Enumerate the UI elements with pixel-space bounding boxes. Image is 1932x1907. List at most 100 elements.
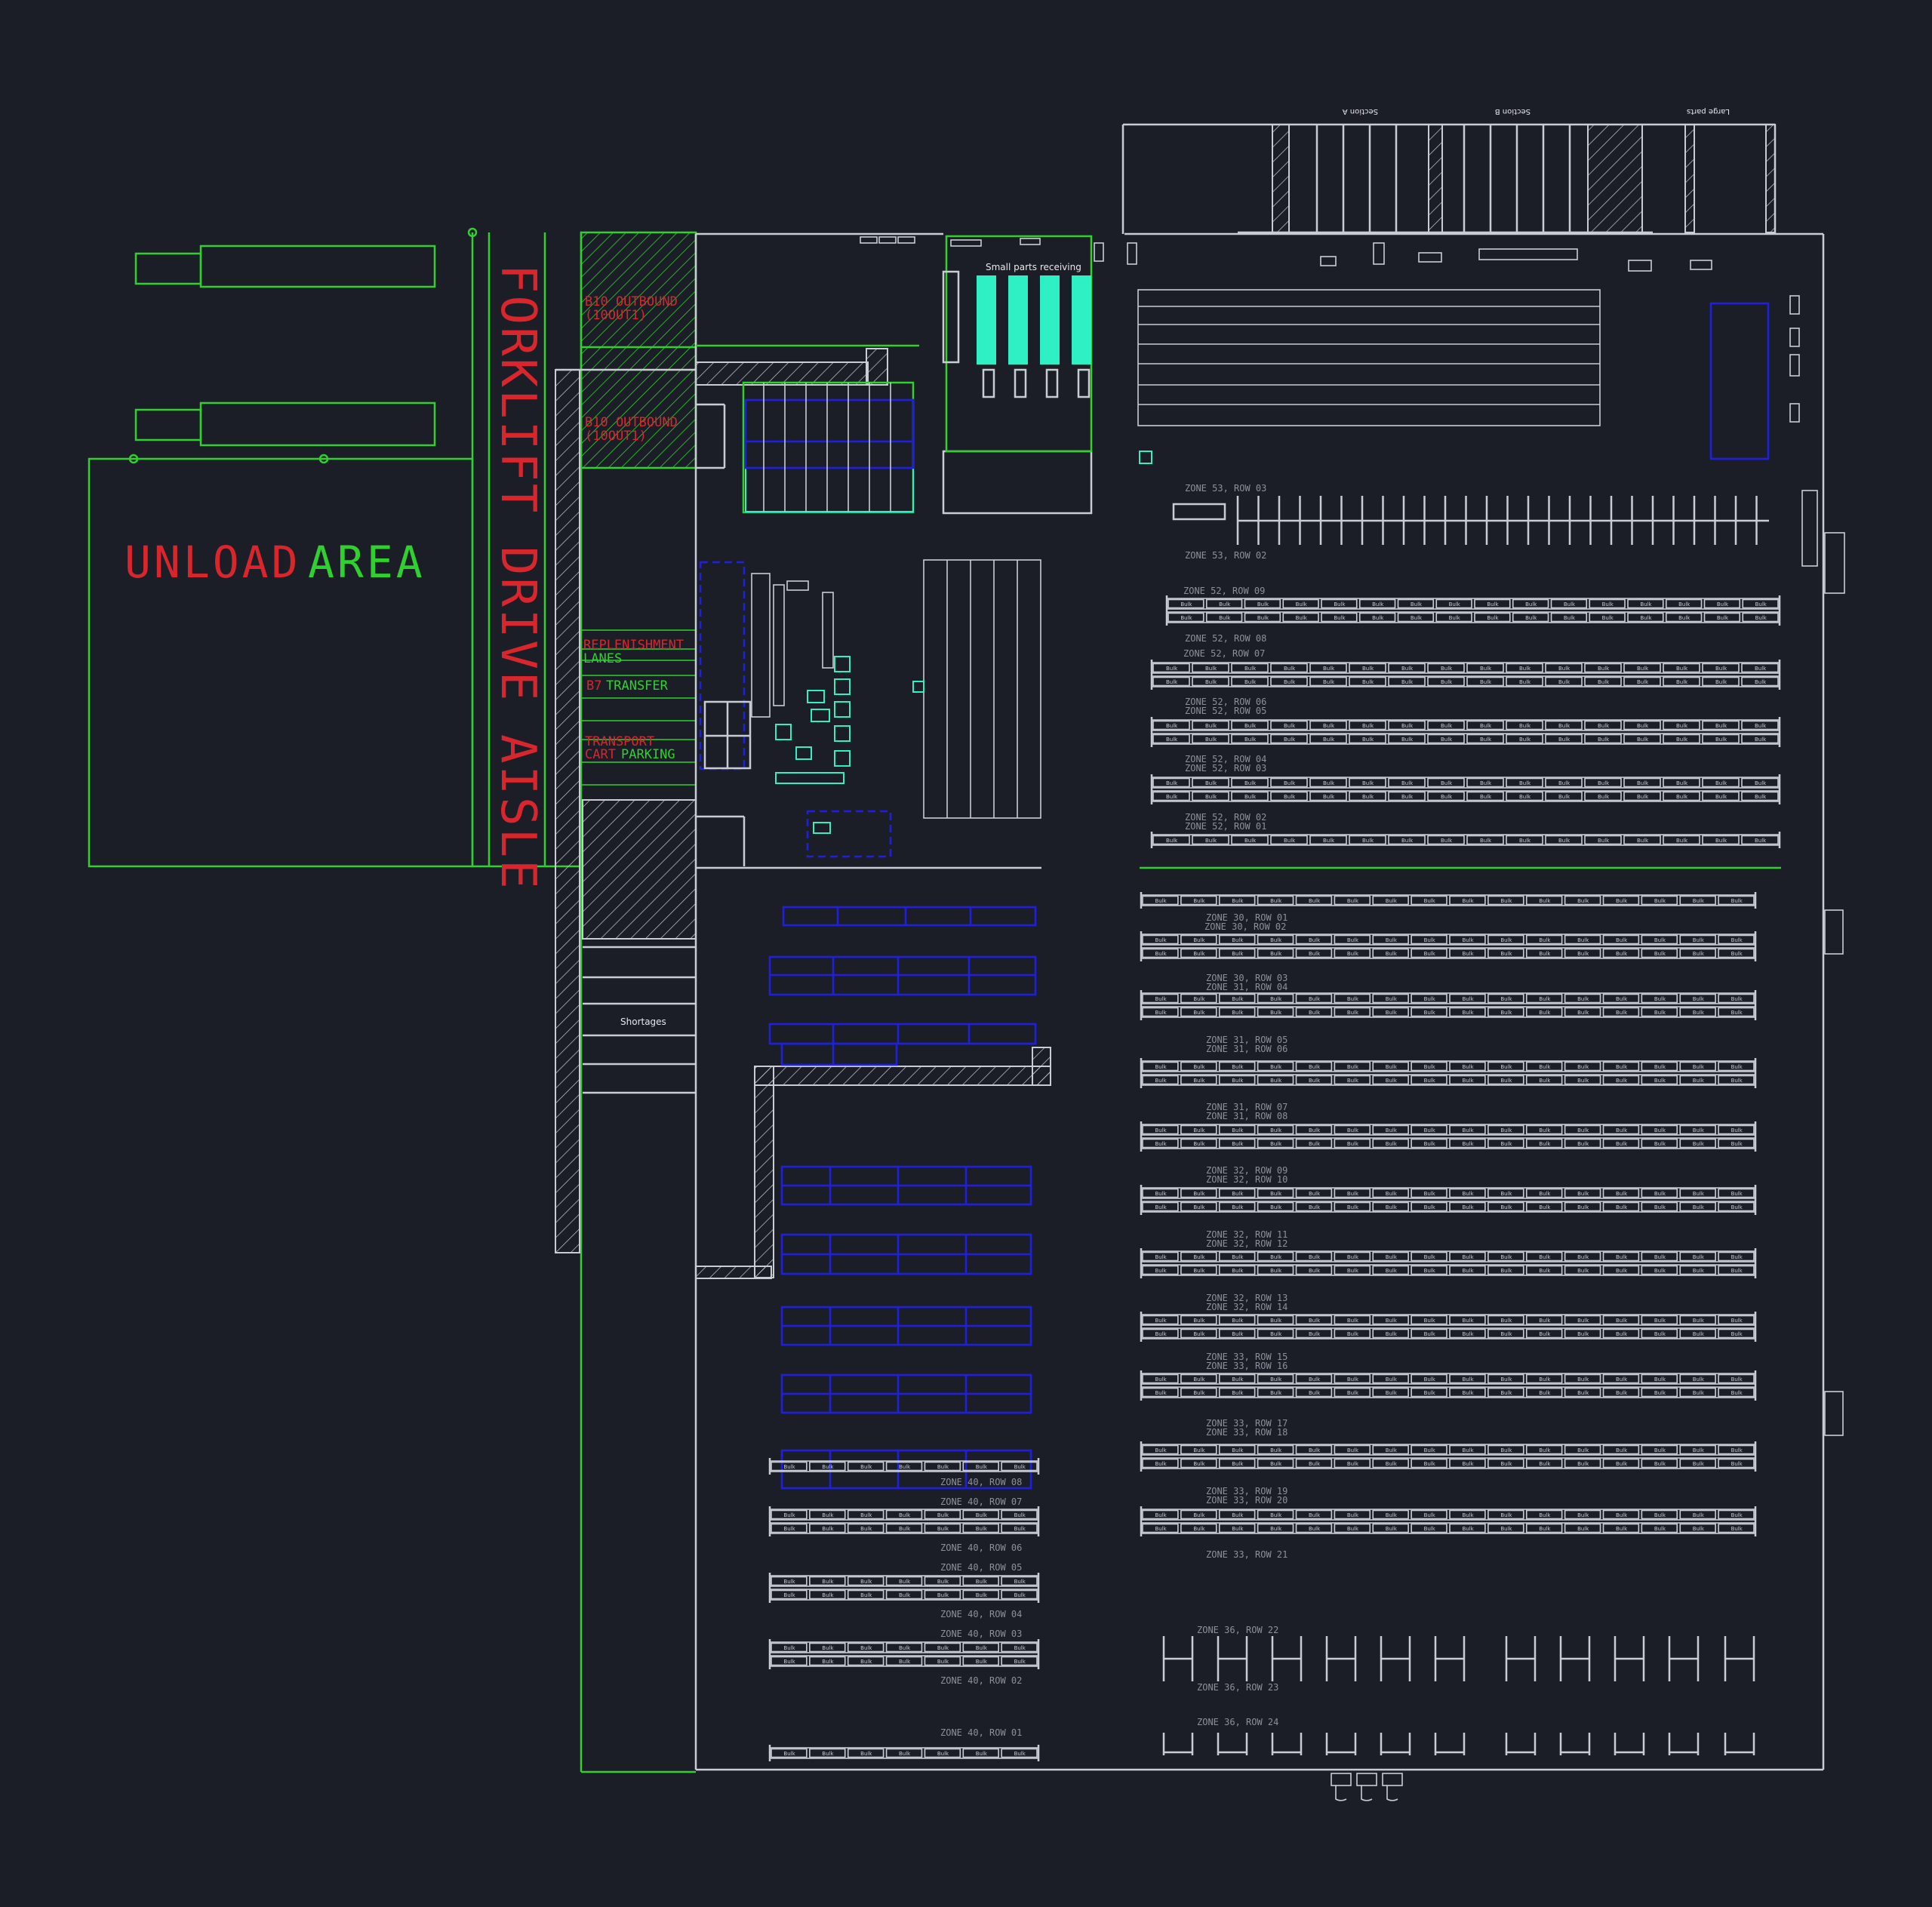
bay-label: Bulk	[1296, 601, 1308, 607]
bay-label: Bulk	[1270, 1064, 1282, 1070]
bay-label: Bulk	[1654, 937, 1666, 943]
bay-label: Bulk	[1232, 937, 1244, 943]
bay-label: Bulk	[1462, 1191, 1474, 1197]
middle-lanes	[923, 559, 1041, 819]
bay-label: Bulk	[1577, 1318, 1589, 1324]
bay-label: Bulk	[1193, 1141, 1205, 1147]
bay-label: Bulk	[1731, 1461, 1743, 1467]
bay-label: Bulk	[1462, 1204, 1474, 1210]
zone-30-33-rack: Bulk Bulk Bulk Bulk Bulk Bulk Bulk Bulk Bulk Bulk…	[1140, 990, 1757, 1020]
bay-label: Bulk	[1155, 1064, 1167, 1070]
bay-label: Bulk	[1232, 1447, 1244, 1453]
bay-label: Bulk	[1500, 1191, 1512, 1197]
bay-label: Bulk	[1309, 1447, 1321, 1453]
bay-label: Bulk	[937, 1464, 949, 1470]
bay-label: Bulk	[1577, 1461, 1589, 1467]
zone-53-rack	[1172, 496, 1769, 545]
bay-label: Bulk	[1539, 1512, 1551, 1518]
bay-label: Bulk	[1424, 1447, 1436, 1453]
bay-label: Bulk	[937, 1579, 949, 1585]
bay-label: Bulk	[1558, 679, 1571, 685]
bay-label: Bulk	[1244, 723, 1257, 729]
bay-label: Bulk	[1257, 615, 1269, 621]
bay-label: Bulk	[937, 1645, 949, 1651]
bay-label: Bulk	[860, 1512, 872, 1518]
bay-label: Bulk	[1424, 1461, 1436, 1467]
bay-label: Bulk	[1386, 1447, 1398, 1453]
bay-label: Bulk	[1616, 1141, 1628, 1147]
bay-label: Bulk	[1616, 996, 1628, 1002]
bay-label: Bulk	[1309, 1127, 1321, 1133]
bay-label: Bulk	[1309, 1141, 1321, 1147]
bay-label: Bulk	[1480, 679, 1492, 685]
bay-label: Bulk	[1309, 1461, 1321, 1467]
bay-label: Bulk	[1519, 838, 1531, 844]
zone-52-rack: Bulk Bulk Bulk Bulk Bulk Bulk Bulk Bulk Bulk Bulk…	[1165, 595, 1781, 626]
bay-label: Bulk	[1232, 1010, 1244, 1016]
bay-label: Bulk	[1577, 1064, 1589, 1070]
zone-label: ZONE 32, ROW 12	[1206, 1238, 1287, 1249]
bay-label: Bulk	[783, 1659, 795, 1665]
bay-label: Bulk	[1424, 898, 1436, 904]
bay-label: Bulk	[1500, 1331, 1512, 1337]
bay-label: Bulk	[1323, 780, 1335, 786]
bay-label: Bulk	[860, 1751, 872, 1757]
bay-label: Bulk	[1654, 1141, 1666, 1147]
bay-label: Bulk	[899, 1526, 911, 1532]
zone-label: ZONE 52, ROW 09	[1183, 586, 1265, 596]
bay-label: Bulk	[1347, 1191, 1359, 1197]
bay-label: Bulk	[1309, 1204, 1321, 1210]
bay-label: Bulk	[899, 1659, 911, 1665]
bay-label: Bulk	[1500, 1127, 1512, 1133]
bay-label: Bulk	[1232, 996, 1244, 1002]
bay-label: Bulk	[1232, 898, 1244, 904]
bay-label: Bulk	[1616, 1390, 1628, 1396]
bay-label: Bulk	[1166, 679, 1178, 685]
zone-label: ZONE 52, ROW 07	[1183, 648, 1265, 659]
bay-label: Bulk	[1602, 601, 1614, 607]
bay-label: Bulk	[1347, 1268, 1359, 1274]
bay-label: Bulk	[1676, 737, 1688, 743]
bay-label: Bulk	[1155, 1512, 1167, 1518]
bay-label: Bulk	[783, 1579, 795, 1585]
bay-label: Bulk	[1193, 1390, 1205, 1396]
bay-label: Bulk	[1270, 1204, 1282, 1210]
bay-label: Bulk	[1577, 996, 1589, 1002]
bay-label: Bulk	[1577, 1010, 1589, 1016]
bay-label: Bulk	[1616, 1064, 1628, 1070]
bay-label: Bulk	[1424, 951, 1436, 957]
bay-label: Bulk	[1155, 1526, 1167, 1532]
bay-label: Bulk	[1347, 1141, 1359, 1147]
bay-label: Bulk	[1654, 1390, 1666, 1396]
bay-label: Bulk	[1676, 666, 1688, 672]
bay-label: Bulk	[1232, 1376, 1244, 1383]
bay-label: Bulk	[1462, 1376, 1474, 1383]
bay-label: Bulk	[1270, 1512, 1282, 1518]
bay-label: Bulk	[1500, 1318, 1512, 1324]
bay-label: Bulk	[1441, 780, 1453, 786]
bay-label: Bulk	[1539, 1526, 1551, 1532]
warehouse-floor-plan: UNLOAD AREA FORKLIFT DRIVE AISLE Shortag…	[88, 107, 1845, 1801]
bay-label: Bulk	[1362, 737, 1374, 743]
bay-label: Bulk	[1424, 937, 1436, 943]
bay-label: Bulk	[1244, 780, 1257, 786]
zone-label: ZONE 33, ROW 21	[1206, 1549, 1287, 1560]
zone-label: ZONE 31, ROW 04	[1206, 982, 1287, 992]
bay-label: Bulk	[1500, 1141, 1512, 1147]
bay-label: Bulk	[1577, 1447, 1589, 1453]
bay-label: Bulk	[1424, 1331, 1436, 1337]
bay-label: Bulk	[1014, 1751, 1026, 1757]
bay-label: Bulk	[1424, 1254, 1436, 1260]
bay-label: Bulk	[1155, 1127, 1167, 1133]
bay-label: Bulk	[1270, 1141, 1282, 1147]
bay-label: Bulk	[1232, 1127, 1244, 1133]
bay-label: Bulk	[1616, 1331, 1628, 1337]
bay-label: Bulk	[1193, 1254, 1205, 1260]
bay-label: Bulk	[1519, 679, 1531, 685]
bay-label: Bulk	[1519, 737, 1531, 743]
zone-30-33-rack: Bulk Bulk Bulk Bulk Bulk Bulk Bulk Bulk Bulk Bulk…	[1140, 1248, 1757, 1278]
bay-label: Bulk	[899, 1645, 911, 1651]
bay-label: Bulk	[1386, 1141, 1398, 1147]
bay-label: Bulk	[1323, 723, 1335, 729]
bay-label: Bulk	[1462, 1331, 1474, 1337]
